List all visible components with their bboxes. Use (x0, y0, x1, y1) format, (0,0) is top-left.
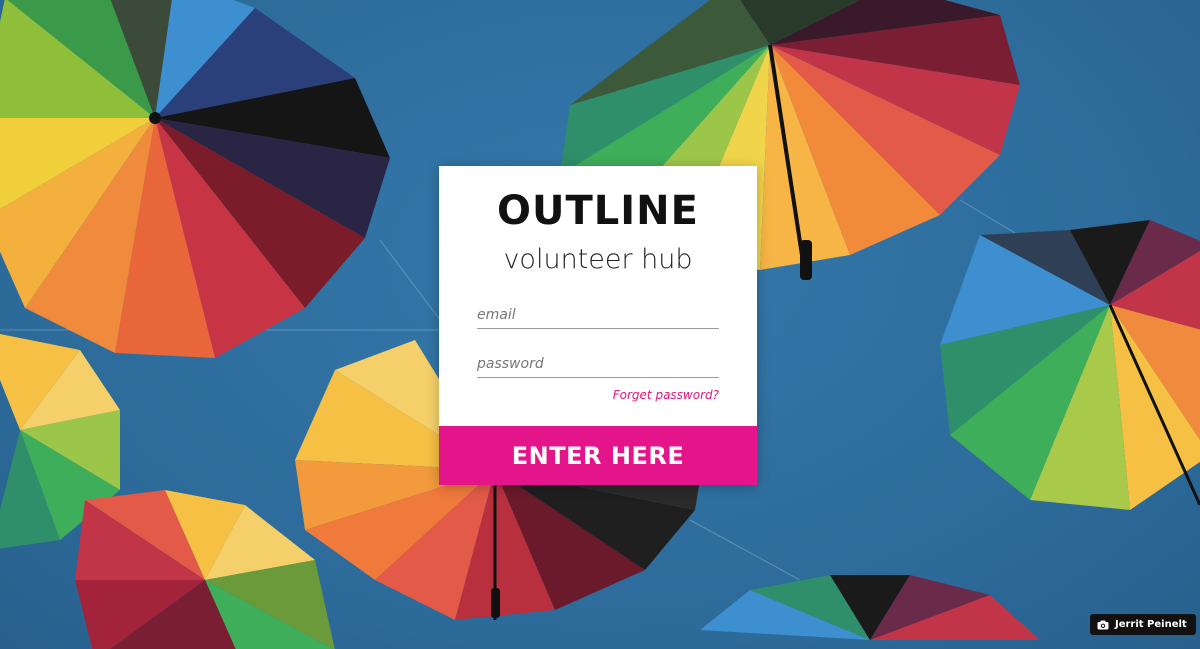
login-card: OUTLINE volunteer hub Forget password? E… (439, 166, 757, 485)
email-input[interactable] (477, 302, 719, 329)
photo-credit-name: Jerrit Peinelt (1115, 619, 1187, 630)
brand-subtitle: volunteer hub (503, 244, 693, 275)
enter-button[interactable]: ENTER HERE (439, 426, 757, 485)
camera-icon (1097, 620, 1109, 630)
photo-credit-badge[interactable]: Jerrit Peinelt (1090, 614, 1196, 635)
forgot-password-link[interactable]: Forget password? (613, 388, 719, 402)
brand-title: OUTLINE (497, 188, 699, 234)
password-input[interactable] (477, 351, 719, 378)
